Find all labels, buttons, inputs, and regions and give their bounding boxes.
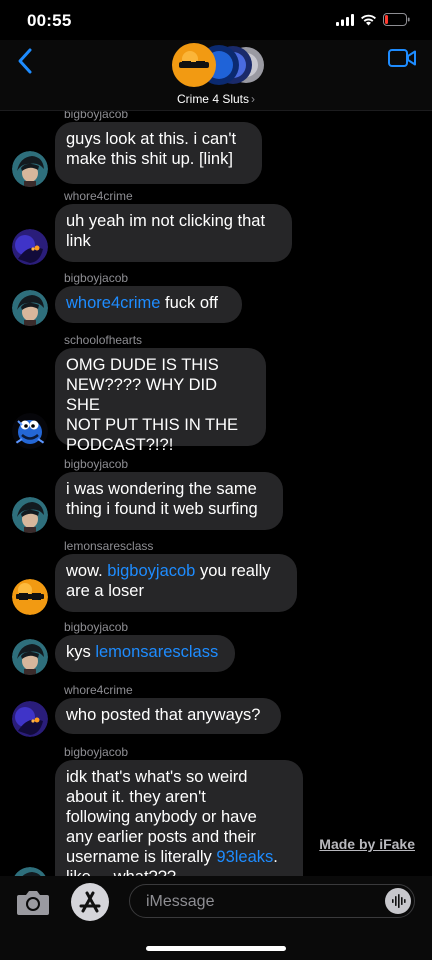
avatar[interactable] bbox=[12, 229, 48, 265]
home-indicator[interactable] bbox=[146, 946, 286, 951]
message-bubble[interactable]: kys lemonsaresclass bbox=[55, 635, 235, 672]
message-line: idk that's what's so weird bbox=[66, 767, 292, 787]
message-bubble[interactable]: who posted that anyways? bbox=[55, 698, 281, 734]
sender-name: bigboyjacob bbox=[64, 271, 129, 285]
message-bubble[interactable]: i was wondering the same thing i found it… bbox=[55, 472, 283, 530]
mention-link[interactable]: 93leaks bbox=[216, 848, 273, 866]
message-thread[interactable]: bigboyjacob guys look at this. i can't mak… bbox=[0, 111, 432, 876]
message-bubble[interactable]: wow. bigboyjacob you really are a loser bbox=[55, 554, 297, 612]
message-text: username is literally bbox=[66, 848, 217, 866]
sender-name: lemonsaresclass bbox=[64, 539, 154, 553]
message-text: . bbox=[273, 848, 278, 866]
mention-link[interactable]: bigboyjacob bbox=[107, 562, 195, 580]
avatar[interactable] bbox=[12, 151, 48, 187]
watermark: Made by iFake bbox=[319, 836, 415, 852]
avatar[interactable] bbox=[12, 639, 48, 675]
signal-icon bbox=[336, 13, 354, 26]
avatar[interactable] bbox=[12, 497, 48, 533]
message-text: OMG DUDE IS THIS bbox=[66, 356, 219, 374]
message-line: NOT PUT THIS IN THE bbox=[66, 415, 255, 435]
status-time: 00:55 bbox=[27, 11, 72, 30]
sender-name: bigboyjacob bbox=[64, 111, 129, 121]
message-field[interactable] bbox=[129, 884, 415, 919]
message-text: you really bbox=[195, 562, 271, 580]
sender-name: bigboyjacob bbox=[64, 457, 129, 471]
message-text: uh yeah im not clicking that bbox=[66, 212, 266, 230]
message-line: NEW???? WHY DID SHE bbox=[66, 375, 255, 415]
conversation-header: Crime 4 Sluts › bbox=[0, 40, 432, 111]
sender-name: whore4crime bbox=[64, 683, 133, 697]
message-text: like ... what??? bbox=[66, 868, 176, 876]
message-text: NEW???? WHY DID SHE bbox=[66, 376, 217, 414]
message-text: link bbox=[66, 232, 91, 250]
sender-name: whore4crime bbox=[64, 189, 133, 203]
message-text: make this shit up. [link] bbox=[66, 150, 233, 168]
message-line: who posted that anyways? bbox=[66, 705, 270, 725]
message-line: are a loser bbox=[66, 581, 286, 601]
message-bubble[interactable]: guys look at this. i can't make this shit… bbox=[55, 122, 262, 184]
message-text: i was wondering the same bbox=[66, 480, 257, 498]
message-text: about it. they aren't bbox=[66, 788, 206, 806]
message-line: i was wondering the same bbox=[66, 479, 272, 499]
message-text: guys look at this. i can't bbox=[66, 130, 237, 148]
avatar[interactable] bbox=[12, 701, 48, 737]
battery-icon bbox=[383, 13, 410, 26]
message-text: PODCAST?!?! bbox=[66, 436, 174, 454]
message-bubble[interactable]: whore4crime fuck off bbox=[55, 286, 242, 323]
message-line: PODCAST?!?! bbox=[66, 435, 255, 455]
avatar[interactable] bbox=[12, 413, 48, 449]
message-text: kys bbox=[66, 643, 96, 661]
message-text: idk that's what's so weird bbox=[66, 768, 248, 786]
avatar[interactable] bbox=[12, 867, 48, 876]
message-line: uh yeah im not clicking that bbox=[66, 211, 281, 231]
sender-name: bigboyjacob bbox=[64, 745, 129, 759]
video-call-icon[interactable] bbox=[388, 47, 416, 69]
camera-icon[interactable] bbox=[16, 888, 50, 916]
message-bubble[interactable]: uh yeah im not clicking that link bbox=[55, 204, 292, 262]
message-line: OMG DUDE IS THIS bbox=[66, 355, 255, 375]
sender-name: schoolofhearts bbox=[64, 333, 143, 347]
mention-link[interactable]: whore4crime bbox=[66, 294, 160, 312]
message-line: guys look at this. i can't bbox=[66, 129, 251, 149]
message-line: wow. bigboyjacob you really bbox=[66, 561, 286, 581]
message-bubble[interactable]: idk that's what's so weird about it. they… bbox=[55, 760, 303, 876]
message-line: whore4crime fuck off bbox=[66, 293, 231, 313]
mention-link[interactable]: lemonsaresclass bbox=[95, 643, 218, 661]
message-text: any earlier posts and their bbox=[66, 828, 256, 846]
message-line: make this shit up. [link] bbox=[66, 149, 251, 169]
status-bar: 00:55 bbox=[0, 0, 432, 44]
group-name: Crime 4 Sluts bbox=[176, 92, 250, 106]
back-chevron-icon[interactable] bbox=[14, 46, 36, 76]
avatar[interactable] bbox=[12, 290, 48, 326]
message-text: fuck off bbox=[160, 294, 218, 312]
message-line: username is literally 93leaks. bbox=[66, 847, 292, 867]
message-line: link bbox=[66, 231, 281, 251]
message-line: kys lemonsaresclass bbox=[66, 642, 224, 662]
avatar[interactable] bbox=[12, 579, 48, 615]
group-name-button[interactable]: Crime 4 Sluts › bbox=[0, 92, 432, 106]
message-bubble[interactable]: OMG DUDE IS THIS NEW???? WHY DID SHE NOT P… bbox=[55, 348, 266, 454]
wifi-icon bbox=[361, 14, 376, 25]
message-line: thing i found it web surfing bbox=[66, 499, 272, 519]
message-text: are a loser bbox=[66, 582, 144, 600]
message-input[interactable] bbox=[144, 885, 368, 919]
app-store-icon[interactable] bbox=[71, 883, 109, 921]
status-icons bbox=[336, 13, 410, 26]
message-text: who posted that anyways? bbox=[66, 706, 261, 724]
message-text: wow. bbox=[66, 562, 108, 580]
chevron-right-icon: › bbox=[251, 92, 256, 106]
audio-waveform-icon[interactable] bbox=[385, 888, 411, 914]
sender-name: bigboyjacob bbox=[64, 620, 129, 634]
group-avatars[interactable] bbox=[170, 42, 265, 88]
message-text: following anybody or have bbox=[66, 808, 257, 826]
message-text: NOT PUT THIS IN THE bbox=[66, 416, 239, 434]
message-line: any earlier posts and their bbox=[66, 827, 292, 847]
message-line: following anybody or have bbox=[66, 807, 292, 827]
message-line: like ... what??? bbox=[66, 867, 292, 876]
message-line: about it. they aren't bbox=[66, 787, 292, 807]
message-text: thing i found it web surfing bbox=[66, 500, 258, 518]
